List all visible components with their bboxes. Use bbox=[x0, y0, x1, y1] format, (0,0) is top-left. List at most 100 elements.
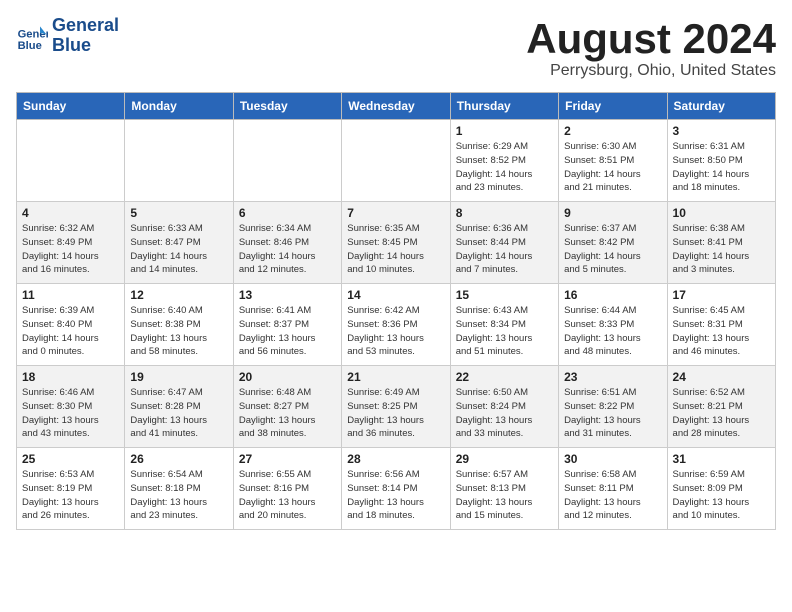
calendar-cell: 5Sunrise: 6:33 AMSunset: 8:47 PMDaylight… bbox=[125, 202, 233, 284]
day-info: Sunrise: 6:53 AMSunset: 8:19 PMDaylight:… bbox=[22, 468, 119, 523]
day-number: 26 bbox=[130, 452, 227, 466]
calendar-week-3: 11 Sunrise: 6:39 AMSunset: 8:40 PMDayligh… bbox=[17, 284, 776, 366]
day-number: 15 bbox=[456, 288, 553, 302]
day-number: 16 bbox=[564, 288, 661, 302]
day-number: 8 bbox=[456, 206, 553, 220]
day-number: 23 bbox=[564, 370, 661, 384]
day-info: Sunrise: 6:30 AMSunset: 8:51 PMDaylight:… bbox=[564, 140, 661, 195]
month-title: August 2024 bbox=[526, 16, 776, 62]
day-info: Sunrise: 6:55 AMSunset: 8:16 PMDaylight:… bbox=[239, 468, 336, 523]
day-number: 20 bbox=[239, 370, 336, 384]
day-info: Sunrise: 6:56 AMSunset: 8:14 PMDaylight:… bbox=[347, 468, 444, 523]
calendar-cell: 14 Sunrise: 6:42 AMSunset: 8:36 PMDayligh… bbox=[342, 284, 450, 366]
day-number: 14 bbox=[347, 288, 444, 302]
calendar-cell: 9 Sunrise: 6:37 AMSunset: 8:42 PMDaylight… bbox=[559, 202, 667, 284]
calendar-week-5: 25 Sunrise: 6:53 AMSunset: 8:19 PMDayligh… bbox=[17, 448, 776, 530]
day-info: Sunrise: 6:51 AMSunset: 8:22 PMDaylight:… bbox=[564, 386, 661, 441]
header-tuesday: Tuesday bbox=[233, 93, 341, 120]
day-number: 2 bbox=[564, 124, 661, 138]
calendar-week-4: 18Sunrise: 6:46 AMSunset: 8:30 PMDayligh… bbox=[17, 366, 776, 448]
calendar-cell: 26 Sunrise: 6:54 AMSunset: 8:18 PMDayligh… bbox=[125, 448, 233, 530]
svg-text:General: General bbox=[18, 28, 48, 40]
day-number: 6 bbox=[239, 206, 336, 220]
calendar-cell: 29Sunrise: 6:57 AMSunset: 8:13 PMDayligh… bbox=[450, 448, 558, 530]
calendar-cell: 28 Sunrise: 6:56 AMSunset: 8:14 PMDayligh… bbox=[342, 448, 450, 530]
calendar-cell: 3 Sunrise: 6:31 AMSunset: 8:50 PMDaylight… bbox=[667, 120, 775, 202]
header-monday: Monday bbox=[125, 93, 233, 120]
calendar-cell: 20 Sunrise: 6:48 AMSunset: 8:27 PMDayligh… bbox=[233, 366, 341, 448]
day-info: Sunrise: 6:52 AMSunset: 8:21 PMDaylight:… bbox=[673, 386, 770, 441]
calendar-cell: 27 Sunrise: 6:55 AMSunset: 8:16 PMDayligh… bbox=[233, 448, 341, 530]
calendar-cell: 13Sunrise: 6:41 AMSunset: 8:37 PMDayligh… bbox=[233, 284, 341, 366]
day-info: Sunrise: 6:43 AMSunset: 8:34 PMDaylight:… bbox=[456, 304, 553, 359]
day-info: Sunrise: 6:39 AMSunset: 8:40 PMDaylight:… bbox=[22, 304, 119, 359]
day-number: 3 bbox=[673, 124, 770, 138]
day-info: Sunrise: 6:34 AMSunset: 8:46 PMDaylight:… bbox=[239, 222, 336, 277]
calendar-cell bbox=[233, 120, 341, 202]
calendar-cell: 11 Sunrise: 6:39 AMSunset: 8:40 PMDayligh… bbox=[17, 284, 125, 366]
calendar-week-1: 1Sunrise: 6:29 AMSunset: 8:52 PMDaylight… bbox=[17, 120, 776, 202]
day-number: 5 bbox=[130, 206, 227, 220]
day-info: Sunrise: 6:35 AMSunset: 8:45 PMDaylight:… bbox=[347, 222, 444, 277]
day-number: 19 bbox=[130, 370, 227, 384]
header-sunday: Sunday bbox=[17, 93, 125, 120]
day-number: 12 bbox=[130, 288, 227, 302]
logo: General Blue General Blue bbox=[16, 16, 119, 56]
day-number: 11 bbox=[22, 288, 119, 302]
day-number: 27 bbox=[239, 452, 336, 466]
day-info: Sunrise: 6:42 AMSunset: 8:36 PMDaylight:… bbox=[347, 304, 444, 359]
calendar-week-2: 4Sunrise: 6:32 AMSunset: 8:49 PMDaylight… bbox=[17, 202, 776, 284]
day-info: Sunrise: 6:36 AMSunset: 8:44 PMDaylight:… bbox=[456, 222, 553, 277]
header-friday: Friday bbox=[559, 93, 667, 120]
day-info: Sunrise: 6:54 AMSunset: 8:18 PMDaylight:… bbox=[130, 468, 227, 523]
day-number: 29 bbox=[456, 452, 553, 466]
page-header: General Blue General Blue August 2024 Pe… bbox=[16, 16, 776, 80]
day-number: 17 bbox=[673, 288, 770, 302]
header-wednesday: Wednesday bbox=[342, 93, 450, 120]
calendar-cell: 1Sunrise: 6:29 AMSunset: 8:52 PMDaylight… bbox=[450, 120, 558, 202]
calendar-cell: 25 Sunrise: 6:53 AMSunset: 8:19 PMDayligh… bbox=[17, 448, 125, 530]
location: Perrysburg, Ohio, United States bbox=[526, 62, 776, 80]
day-info: Sunrise: 6:37 AMSunset: 8:42 PMDaylight:… bbox=[564, 222, 661, 277]
calendar-cell: 19 Sunrise: 6:47 AMSunset: 8:28 PMDayligh… bbox=[125, 366, 233, 448]
calendar-cell bbox=[342, 120, 450, 202]
calendar-cell: 6 Sunrise: 6:34 AMSunset: 8:46 PMDaylight… bbox=[233, 202, 341, 284]
day-number: 30 bbox=[564, 452, 661, 466]
calendar-cell: 4Sunrise: 6:32 AMSunset: 8:49 PMDaylight… bbox=[17, 202, 125, 284]
day-number: 21 bbox=[347, 370, 444, 384]
calendar-cell: 22Sunrise: 6:50 AMSunset: 8:24 PMDayligh… bbox=[450, 366, 558, 448]
calendar-cell bbox=[17, 120, 125, 202]
day-number: 31 bbox=[673, 452, 770, 466]
day-number: 25 bbox=[22, 452, 119, 466]
calendar-cell: 16 Sunrise: 6:44 AMSunset: 8:33 PMDayligh… bbox=[559, 284, 667, 366]
header-thursday: Thursday bbox=[450, 93, 558, 120]
logo-icon: General Blue bbox=[16, 20, 48, 52]
day-number: 18 bbox=[22, 370, 119, 384]
calendar-cell bbox=[125, 120, 233, 202]
calendar-cell: 10 Sunrise: 6:38 AMSunset: 8:41 PMDayligh… bbox=[667, 202, 775, 284]
calendar-cell: 18Sunrise: 6:46 AMSunset: 8:30 PMDayligh… bbox=[17, 366, 125, 448]
day-info: Sunrise: 6:47 AMSunset: 8:28 PMDaylight:… bbox=[130, 386, 227, 441]
calendar-cell: 23 Sunrise: 6:51 AMSunset: 8:22 PMDayligh… bbox=[559, 366, 667, 448]
day-info: Sunrise: 6:48 AMSunset: 8:27 PMDaylight:… bbox=[239, 386, 336, 441]
day-number: 22 bbox=[456, 370, 553, 384]
day-number: 1 bbox=[456, 124, 553, 138]
day-info: Sunrise: 6:59 AMSunset: 8:09 PMDaylight:… bbox=[673, 468, 770, 523]
day-number: 28 bbox=[347, 452, 444, 466]
day-info: Sunrise: 6:45 AMSunset: 8:31 PMDaylight:… bbox=[673, 304, 770, 359]
calendar-cell: 30Sunrise: 6:58 AMSunset: 8:11 PMDayligh… bbox=[559, 448, 667, 530]
day-number: 7 bbox=[347, 206, 444, 220]
day-info: Sunrise: 6:44 AMSunset: 8:33 PMDaylight:… bbox=[564, 304, 661, 359]
day-info: Sunrise: 6:41 AMSunset: 8:37 PMDaylight:… bbox=[239, 304, 336, 359]
day-info: Sunrise: 6:38 AMSunset: 8:41 PMDaylight:… bbox=[673, 222, 770, 277]
day-number: 10 bbox=[673, 206, 770, 220]
day-info: Sunrise: 6:49 AMSunset: 8:25 PMDaylight:… bbox=[347, 386, 444, 441]
logo-text: General Blue bbox=[52, 16, 119, 56]
calendar-cell: 21 Sunrise: 6:49 AMSunset: 8:25 PMDayligh… bbox=[342, 366, 450, 448]
day-info: Sunrise: 6:31 AMSunset: 8:50 PMDaylight:… bbox=[673, 140, 770, 195]
header-saturday: Saturday bbox=[667, 93, 775, 120]
calendar-cell: 24Sunrise: 6:52 AMSunset: 8:21 PMDayligh… bbox=[667, 366, 775, 448]
day-number: 9 bbox=[564, 206, 661, 220]
day-number: 4 bbox=[22, 206, 119, 220]
calendar-cell: 7 Sunrise: 6:35 AMSunset: 8:45 PMDaylight… bbox=[342, 202, 450, 284]
